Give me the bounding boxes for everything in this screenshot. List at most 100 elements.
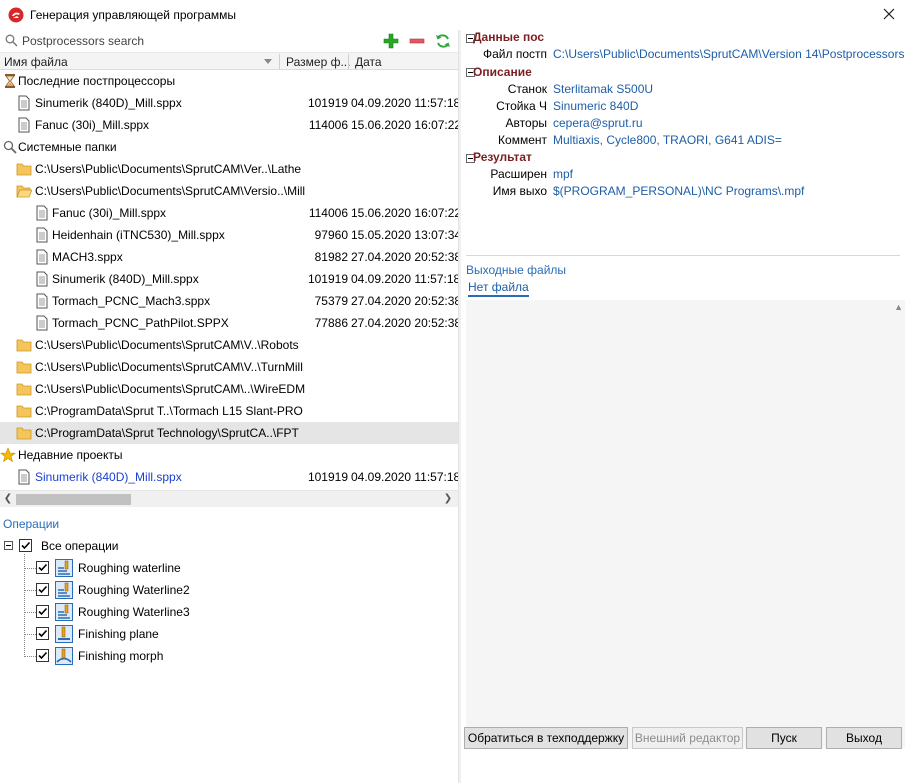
prop-value-extension[interactable]: mpf	[553, 167, 905, 181]
search-input[interactable]	[22, 33, 362, 49]
support-button[interactable]: Обратиться в техподдержку	[464, 727, 628, 749]
scroll-right-icon[interactable]: ❯	[441, 492, 455, 506]
checkbox-operation[interactable]	[36, 583, 49, 596]
search-icon	[5, 34, 18, 47]
divider	[466, 255, 900, 256]
folder-icon	[16, 361, 32, 374]
list-item[interactable]: Tormach_PCNC_Mach3.sppx 75379 27.04.2020…	[0, 290, 458, 312]
checkbox-operation[interactable]	[36, 605, 49, 618]
run-button[interactable]: Пуск	[746, 727, 822, 749]
operation-label[interactable]: Roughing waterline	[78, 561, 181, 575]
folder-row[interactable]: C:\Users\Public\Documents\SprutCAM\..\Wi…	[0, 378, 458, 400]
search-bar	[0, 30, 458, 52]
list-item[interactable]: Fanuc (30i)_Mill.sppx 114006 15.06.2020 …	[0, 114, 458, 136]
column-date[interactable]: Дата	[355, 55, 382, 69]
file-icon	[18, 95, 30, 111]
operations-tree: Все операции Roughing waterline Roughing…	[0, 536, 458, 736]
right-pane: Данные пос Файл постп C:\Users\Public\Do…	[461, 30, 905, 783]
prop-value-cnc[interactable]: Sinumeric 840D	[553, 99, 905, 113]
list-item[interactable]: Heidenhain (iTNC530)_Mill.sppx 97960 15.…	[0, 224, 458, 246]
group-system-folders[interactable]: Системные папки	[0, 136, 458, 158]
window-title: Генерация управляющей программы	[30, 8, 237, 22]
folder-icon	[16, 405, 32, 418]
group-recent-postprocessors[interactable]: Последние постпроцессоры	[0, 70, 458, 92]
list-item[interactable]: Sinumerik (840D)_Mill.sppx 101919 04.09.…	[0, 466, 458, 488]
group-recent-projects[interactable]: Недавние проекты	[0, 444, 458, 466]
checkbox-operation[interactable]	[36, 561, 49, 574]
folder-icon	[16, 427, 32, 440]
prop-value-machine[interactable]: Sterlitamak S500U	[553, 82, 905, 96]
file-icon	[36, 249, 48, 265]
close-button[interactable]	[879, 4, 899, 24]
prop-key: Авторы	[505, 116, 547, 130]
morph-operation-icon	[55, 647, 73, 665]
prop-key: Расширен	[490, 167, 547, 181]
column-header: Имя файла Размер ф... Дата	[0, 52, 458, 70]
collapse-icon[interactable]	[4, 541, 13, 550]
sort-arrow-icon	[264, 59, 272, 64]
checkbox-operation[interactable]	[36, 649, 49, 662]
file-icon	[36, 205, 48, 221]
operations-root-label: Все операции	[41, 539, 119, 553]
list-item[interactable]: Sinumerik (840D)_Mill.sppx 101919 04.09.…	[0, 268, 458, 290]
remove-icon[interactable]	[407, 31, 427, 51]
prop-key: Файл постп	[482, 47, 547, 61]
tab-no-file[interactable]: Нет файла	[468, 280, 529, 297]
prop-value-authors[interactable]: cepera@sprut.ru	[553, 116, 905, 130]
add-icon[interactable]	[381, 31, 401, 51]
prop-value-comment[interactable]: Multiaxis, Cycle800, TRAORI, G641 ADIS=	[553, 133, 905, 147]
operations-title: Операции	[3, 517, 60, 531]
checkbox-all[interactable]	[19, 539, 32, 552]
properties-grid: Данные пос Файл постп C:\Users\Public\Do…	[461, 30, 905, 250]
checkbox-operation[interactable]	[36, 627, 49, 640]
operation-label[interactable]: Finishing plane	[78, 627, 159, 641]
folder-row[interactable]: C:\Users\Public\Documents\SprutCAM\V..\R…	[0, 334, 458, 356]
horizontal-scrollbar[interactable]: ❮ ❯	[0, 490, 458, 507]
file-icon	[18, 469, 30, 485]
folder-icon	[16, 163, 32, 176]
column-size[interactable]: Размер ф...	[286, 55, 350, 69]
scroll-up-icon[interactable]: ▲	[894, 302, 903, 312]
waterline-operation-icon	[55, 603, 73, 621]
prop-key: Коммент	[498, 133, 547, 147]
prop-value-pp-file[interactable]: C:\Users\Public\Documents\SprutCAM\Versi…	[553, 47, 905, 61]
folder-row-selected[interactable]: C:\ProgramData\Sprut Technology\SprutCA.…	[0, 422, 458, 444]
list-item[interactable]: Fanuc (30i)_Mill.sppx 114006 15.06.2020 …	[0, 202, 458, 224]
waterline-operation-icon	[55, 559, 73, 577]
folder-icon	[16, 339, 32, 352]
operation-label[interactable]: Roughing Waterline2	[78, 583, 190, 597]
list-item[interactable]: MACH3.sppx 81982 27.04.2020 20:52:38	[0, 246, 458, 268]
file-icon	[36, 227, 48, 243]
file-icon	[18, 117, 30, 133]
prop-key: Имя выхо	[492, 184, 547, 198]
output-preview[interactable]	[466, 300, 905, 748]
column-name[interactable]: Имя файла	[4, 55, 68, 69]
prop-value-output-name[interactable]: $(PROGRAM_PERSONAL)\NC Programs\.mpf	[553, 184, 905, 198]
plane-operation-icon	[55, 625, 73, 643]
refresh-icon[interactable]	[433, 31, 453, 51]
close-icon	[883, 8, 895, 20]
operation-label[interactable]: Roughing Waterline3	[78, 605, 190, 619]
file-icon	[36, 271, 48, 287]
waterline-operation-icon	[55, 581, 73, 599]
folder-row[interactable]: C:\ProgramData\Sprut T..\Tormach L15 Sla…	[0, 400, 458, 422]
file-icon	[36, 293, 48, 309]
sprutcam-logo-icon	[8, 7, 24, 23]
output-files-title: Выходные файлы	[466, 263, 567, 277]
folder-row[interactable]: C:\Users\Public\Documents\SprutCAM\Ver..…	[0, 158, 458, 180]
folder-row[interactable]: C:\Users\Public\Documents\SprutCAM\Versi…	[0, 180, 458, 202]
prop-key: Станок	[507, 82, 547, 96]
external-editor-button[interactable]: Внешний редактор	[632, 727, 743, 749]
list-item[interactable]: Tormach_PCNC_PathPilot.SPPX 77886 27.04.…	[0, 312, 458, 334]
exit-button[interactable]: Выход	[826, 727, 902, 749]
postprocessor-tree: Последние постпроцессоры Sinumerik (840D…	[0, 70, 458, 518]
folder-row[interactable]: C:\Users\Public\Documents\SprutCAM\V..\T…	[0, 356, 458, 378]
scroll-left-icon[interactable]: ❮	[1, 492, 15, 506]
list-item[interactable]: Sinumerik (840D)_Mill.sppx 101919 04.09.…	[0, 92, 458, 114]
folder-open-icon	[16, 185, 32, 198]
operation-label[interactable]: Finishing morph	[78, 649, 163, 663]
prop-key: Стойка Ч	[496, 99, 547, 113]
folder-icon	[16, 383, 32, 396]
scroll-thumb[interactable]	[16, 494, 131, 505]
hourglass-icon	[5, 74, 15, 88]
